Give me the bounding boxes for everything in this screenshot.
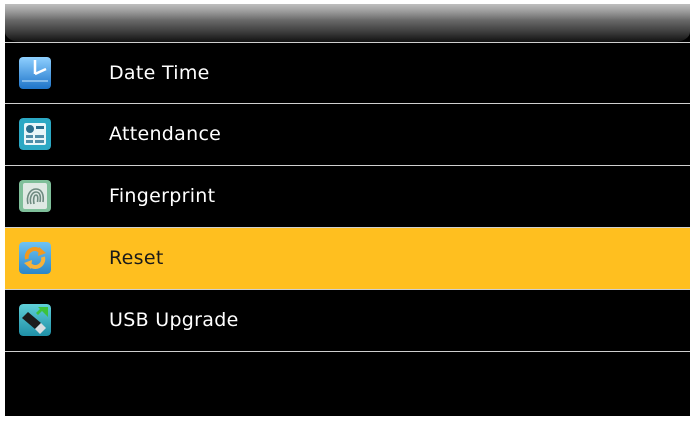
menu-item-attendance[interactable]: Attendance <box>5 104 690 166</box>
menu-item-label: USB Upgrade <box>109 309 239 331</box>
fingerprint-icon <box>19 180 51 212</box>
menu-item-fingerprint[interactable]: Fingerprint <box>5 166 690 228</box>
menu-item-usb-upgrade[interactable]: USB Upgrade <box>5 290 690 352</box>
title-bar-sheen <box>5 4 690 20</box>
menu-item-label: Date Time <box>109 62 210 84</box>
attendance-table-icon <box>19 118 51 150</box>
clock-calendar-icon <box>19 57 51 89</box>
menu-item-label: Reset <box>109 247 164 269</box>
reset-arrows-icon <box>19 242 51 274</box>
menu-item-label: Attendance <box>109 123 222 145</box>
menu-item-label: Fingerprint <box>109 185 216 207</box>
settings-menu: Date Time Attendance Fingerprint Reset U… <box>5 42 690 352</box>
menu-item-reset[interactable]: Reset <box>5 228 690 290</box>
usb-drive-icon <box>19 304 51 336</box>
menu-item-date-time[interactable]: Date Time <box>5 42 690 104</box>
device-screen: Date Time Attendance Fingerprint Reset U… <box>5 4 690 416</box>
title-bar <box>5 4 690 42</box>
